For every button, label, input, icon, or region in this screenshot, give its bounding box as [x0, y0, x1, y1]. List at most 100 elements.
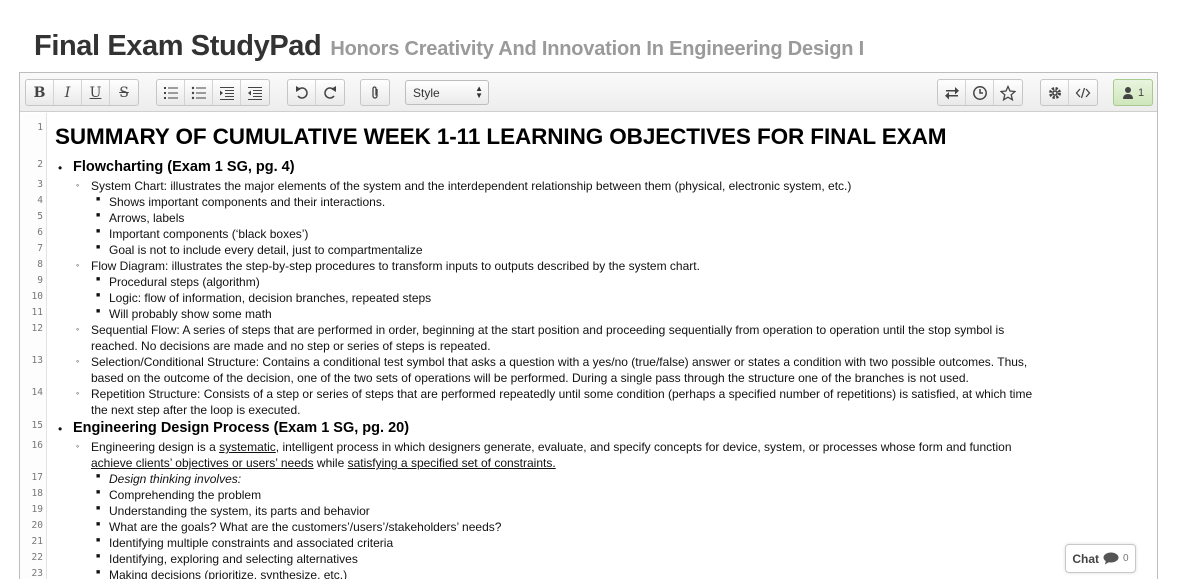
- chat-button[interactable]: Chat 0: [1065, 544, 1136, 573]
- attach-icon: [372, 85, 378, 99]
- bullet-level-3: ■: [96, 553, 101, 560]
- unordered-list-button[interactable]: [185, 80, 213, 105]
- list-item: Important components (‘black boxes’): [109, 227, 309, 241]
- bullet-level-3: ■: [96, 276, 101, 283]
- list-item: Understanding the system, its parts and …: [109, 504, 370, 518]
- underlined-text: systematic: [219, 440, 276, 454]
- line-number: 7: [37, 243, 43, 254]
- bullet-level-3: ■: [96, 537, 101, 544]
- select-arrows-icon: ▲ ▼: [475, 84, 483, 100]
- bullet-level-3: ■: [96, 244, 101, 251]
- list-item: Flow Diagram: illustrates the step-by-st…: [91, 259, 700, 273]
- outdent-button[interactable]: [241, 80, 269, 105]
- users-button[interactable]: 1: [1113, 79, 1153, 106]
- text-run: Engineering design is a: [91, 440, 220, 454]
- list-item-continuation: the next step after the loop is executed…: [91, 403, 301, 417]
- bullet-level-3: ■: [96, 505, 101, 512]
- line-number: 23: [31, 568, 43, 579]
- bullet-level-3: ■: [96, 212, 101, 219]
- line-number: 5: [37, 211, 43, 222]
- line-number: 17: [31, 472, 43, 483]
- embed-icon: [1075, 87, 1091, 98]
- pad-content[interactable]: 1 2 3 4 5 6 7 8 9 10 11 12 13 14 15 16 1…: [20, 113, 1157, 579]
- timeslider-button[interactable]: [966, 80, 994, 105]
- strikethrough-button[interactable]: S: [110, 80, 138, 105]
- ordered-list-button[interactable]: [157, 80, 185, 105]
- line-number: 8: [37, 259, 43, 270]
- underlined-text: achieve clients’ objectives or users’ ne…: [91, 456, 314, 470]
- list-item: Engineering design is a systematic, inte…: [91, 440, 1012, 454]
- list-item: Comprehending the problem: [109, 488, 262, 502]
- line-number: 14: [31, 387, 43, 398]
- users-icon: [1122, 86, 1133, 99]
- undo-button[interactable]: [288, 80, 316, 105]
- bold-button[interactable]: B: [26, 80, 54, 105]
- pad-title: Final Exam StudyPad: [34, 30, 322, 62]
- redo-button[interactable]: [316, 80, 344, 105]
- list-item: Logic: flow of information, decision bra…: [109, 291, 432, 305]
- import-export-button[interactable]: [938, 80, 966, 105]
- attach-button[interactable]: [361, 80, 389, 105]
- line-number: 16: [31, 440, 43, 451]
- star-icon: [1000, 84, 1016, 101]
- list-item-continuation: based on the outcome of the decision, on…: [91, 371, 969, 385]
- bullet-level-3: ■: [96, 521, 101, 528]
- bullet-level-3: ■: [96, 569, 101, 576]
- line-number: 2: [37, 159, 43, 170]
- line-number: 15: [31, 420, 43, 431]
- style-select[interactable]: Style ▲ ▼: [405, 80, 489, 105]
- chat-count: 0: [1123, 553, 1129, 564]
- line-number: 21: [31, 536, 43, 547]
- bullet-level-1: •: [58, 161, 63, 175]
- timeslider-icon: [972, 85, 987, 100]
- italic-button[interactable]: I: [54, 80, 82, 105]
- editor-toolbar: B I U S Style ▲ ▼ 1: [20, 73, 1157, 112]
- list-item: Identifying multiple constraints and ass…: [109, 536, 394, 550]
- line-number: 3: [37, 179, 43, 190]
- line-number: 1: [37, 122, 43, 133]
- section-heading: Flowcharting (Exam 1 SG, pg. 4): [73, 159, 295, 175]
- format-group: B I U S: [25, 79, 139, 106]
- bullet-level-1: •: [58, 422, 63, 436]
- list-item: Repetition Structure: Consists of a step…: [91, 387, 1033, 401]
- indent-icon: [219, 86, 234, 100]
- text-run: while: [313, 456, 348, 470]
- line-number: 22: [31, 552, 43, 563]
- bullet-level-3: ■: [96, 228, 101, 235]
- bullet-level-2: ◦: [76, 356, 80, 366]
- underline-button[interactable]: U: [82, 80, 110, 105]
- list-item: Identifying, exploring and selecting alt…: [109, 552, 358, 566]
- bullet-level-2: ◦: [76, 324, 80, 334]
- chat-label: Chat: [1072, 551, 1100, 566]
- list-item: Goal is not to include every detail, jus…: [109, 243, 423, 257]
- line-number: 10: [31, 291, 43, 302]
- section-heading: Engineering Design Process (Exam 1 SG, p…: [73, 420, 410, 436]
- text-run: , intelligent process in which designers…: [275, 440, 1012, 454]
- line-number: 9: [37, 275, 43, 286]
- list-item: Will probably show some math: [109, 307, 272, 321]
- line-number: 6: [37, 227, 43, 238]
- ordered-list-icon: [163, 86, 178, 99]
- bullet-level-2: ◦: [76, 260, 80, 270]
- bullet-level-3: ■: [96, 489, 101, 496]
- line-number: 13: [31, 355, 43, 366]
- settings-button[interactable]: [1041, 80, 1069, 105]
- line-number: 18: [31, 488, 43, 499]
- bullet-level-3: ■: [96, 196, 101, 203]
- list-item: What are the goals? What are the custome…: [109, 520, 502, 534]
- import-export-icon: [944, 86, 959, 99]
- list-item: Procedural steps (algorithm): [109, 275, 260, 289]
- pad-tools-group: [937, 79, 1023, 106]
- pad-header: Final Exam StudyPad Honors Creativity An…: [34, 30, 864, 66]
- list-item: Selection/Conditional Structure: Contain…: [91, 355, 1028, 369]
- redo-icon: [324, 85, 336, 99]
- editor: B I U S Style ▲ ▼ 1 1 2 3 4 5 6 7 8 9 10…: [19, 72, 1158, 579]
- bullet-level-2: ◦: [76, 388, 80, 398]
- embed-button[interactable]: [1069, 80, 1097, 105]
- line-number: 4: [37, 195, 43, 206]
- bullet-level-3: ■: [96, 308, 101, 315]
- line-number: 11: [31, 307, 43, 318]
- star-button[interactable]: [994, 80, 1022, 105]
- indent-button[interactable]: [213, 80, 241, 105]
- unordered-list-icon: [191, 86, 206, 99]
